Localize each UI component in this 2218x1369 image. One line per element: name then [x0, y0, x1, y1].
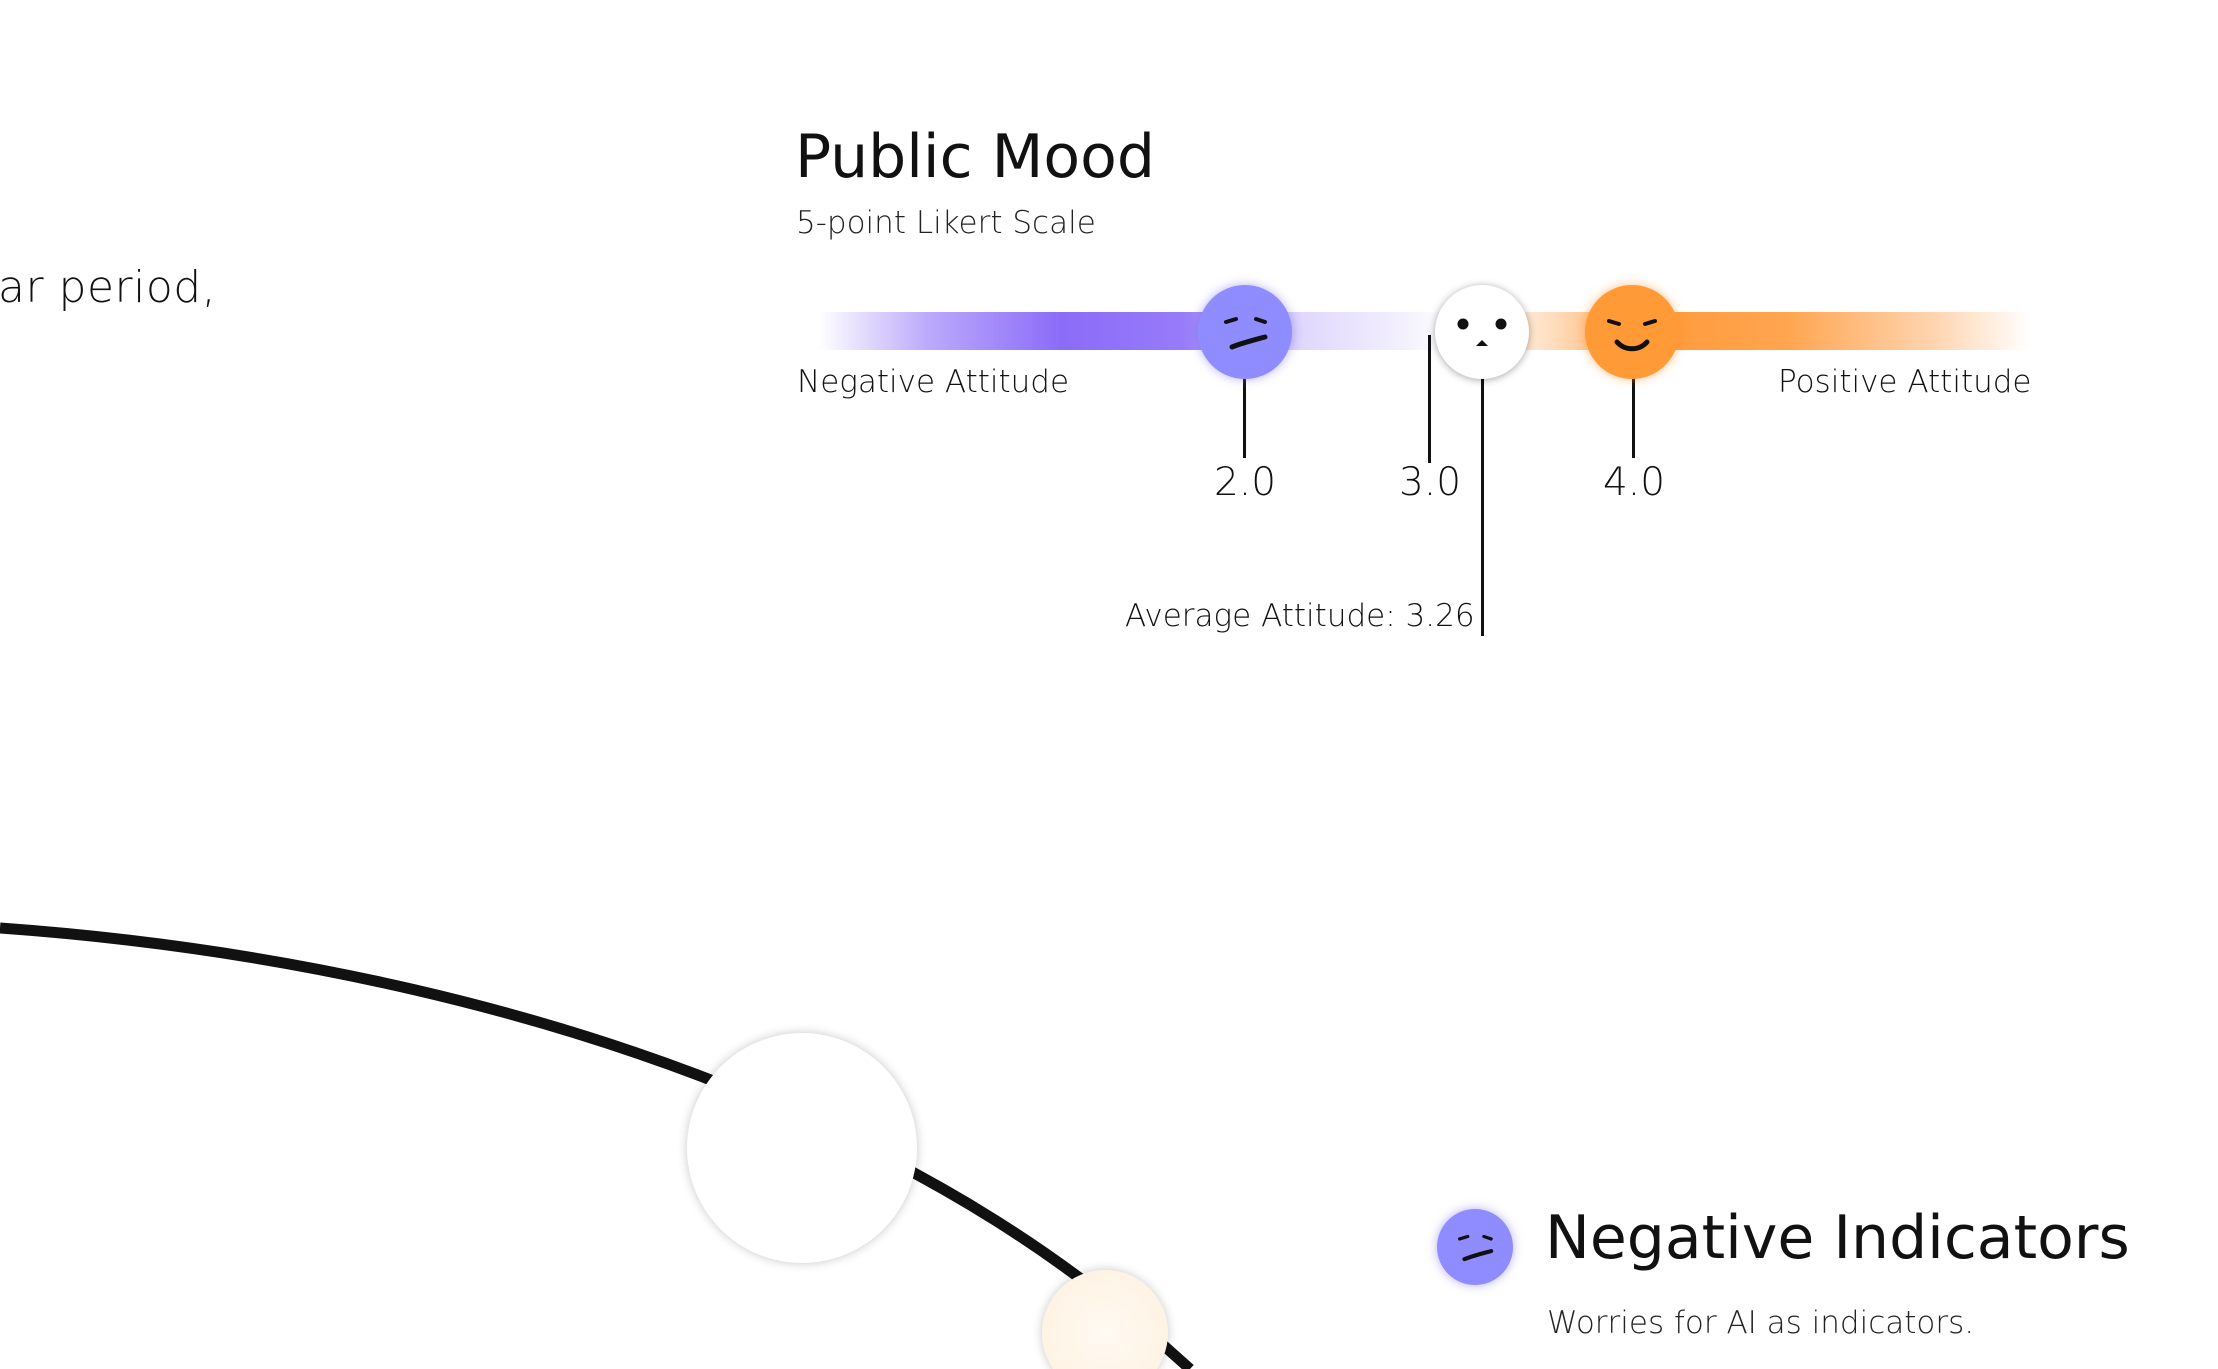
intro-text: ar period, — [0, 262, 217, 313]
tick-label-2: 2.0 — [1213, 460, 1277, 505]
tick-line-3 — [1428, 335, 1431, 463]
timeline-node-large[interactable] — [687, 1033, 917, 1263]
negative-attitude-label: Negative Attitude — [797, 364, 1070, 400]
attitude-scale-bar — [818, 312, 2031, 350]
tick-label-3: 3.0 — [1398, 460, 1462, 505]
positive-attitude-label: Positive Attitude — [1778, 364, 2032, 400]
smile-face-icon — [1585, 285, 1679, 379]
legend-title: Negative Indicators — [1545, 1203, 2130, 1273]
tick-label-4: 4.0 — [1602, 460, 1666, 505]
average-marker-line — [1481, 378, 1484, 636]
public-mood-subtitle: 5-point Likert Scale — [796, 205, 1096, 241]
timeline-curve — [0, 922, 1194, 1369]
frown-face-icon — [1198, 285, 1292, 379]
average-attitude-label: Average Attitude: 3.26 — [1125, 598, 1475, 634]
legend-frown-face-icon — [1437, 1209, 1513, 1285]
legend-description: Worries for AI as indicators. — [1547, 1305, 1975, 1341]
neutral-face-icon — [1435, 285, 1529, 379]
timeline-curve-layer — [0, 922, 1194, 1369]
tick-line-4 — [1632, 378, 1635, 458]
tick-line-2 — [1243, 378, 1246, 458]
public-mood-title: Public Mood — [795, 122, 1155, 192]
visualization-canvas: ar period, Public Mood 5-point Likert Sc… — [0, 0, 2218, 1369]
